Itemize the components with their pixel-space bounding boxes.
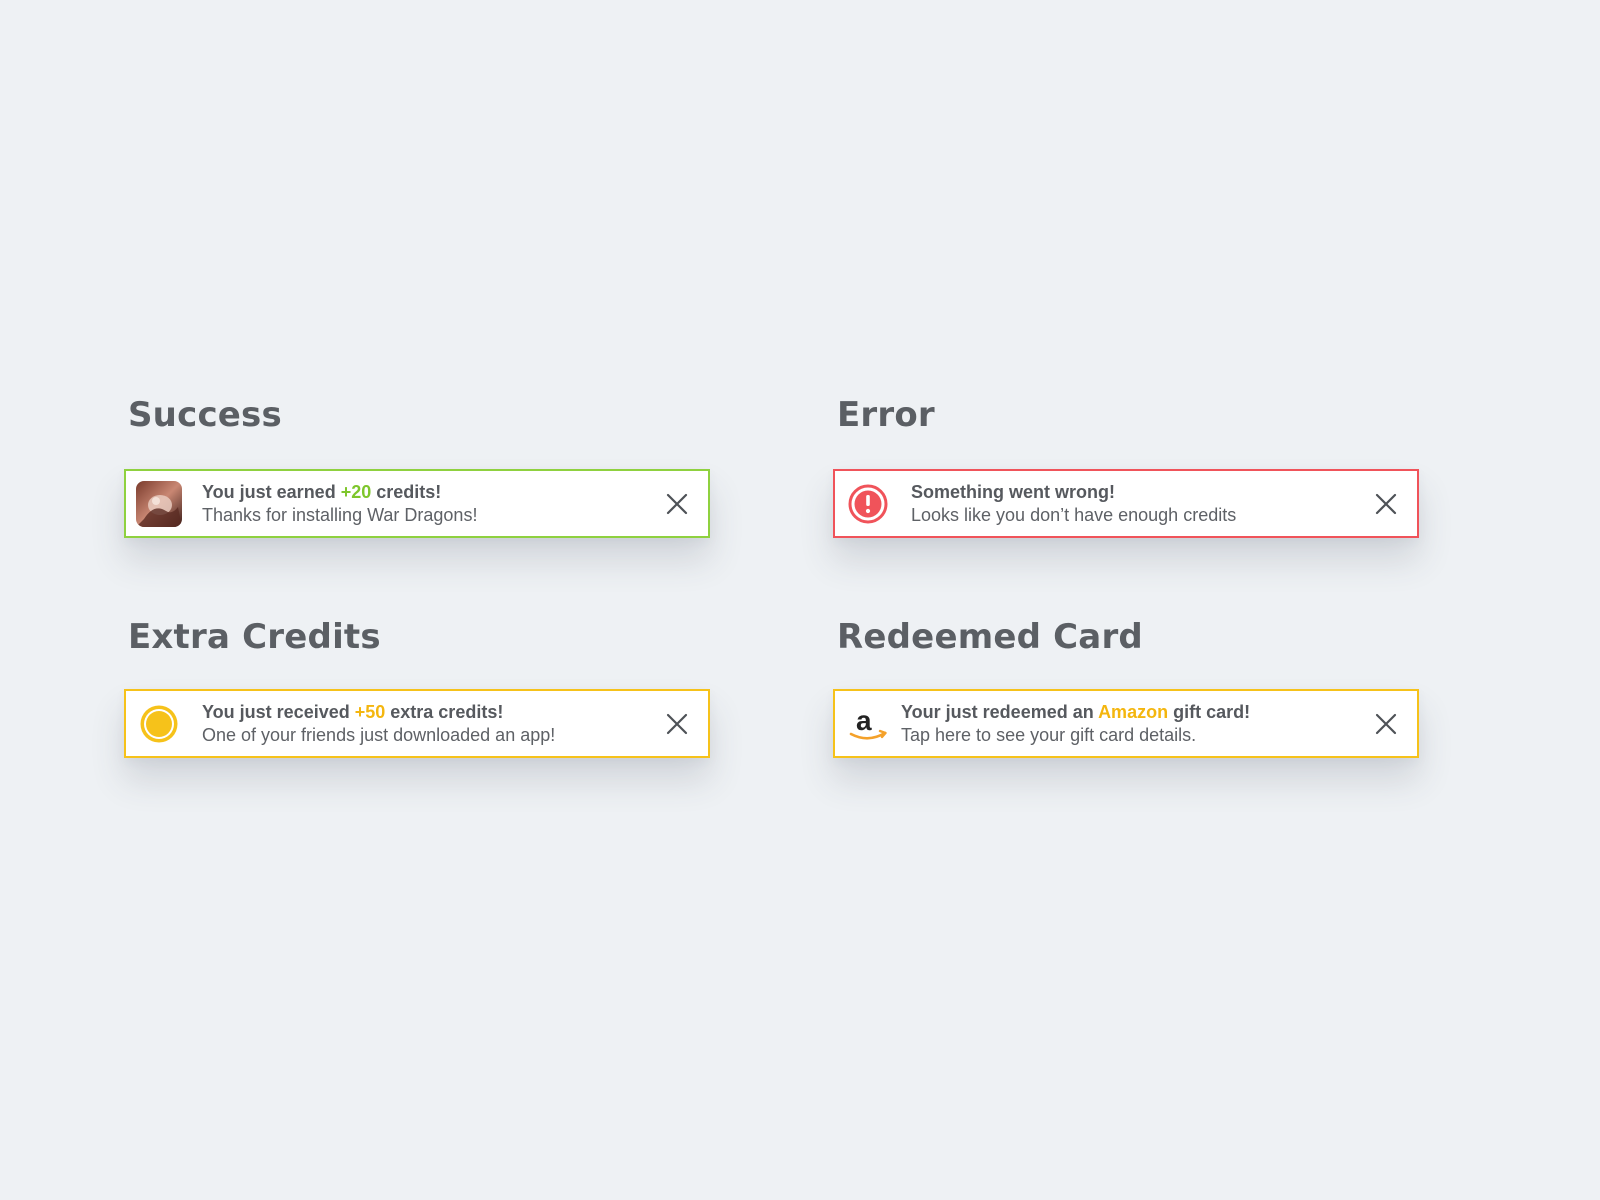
close-button[interactable] — [664, 491, 690, 517]
toast-message: Tap here to see your gift card details. — [901, 724, 1197, 745]
redeemed-card-toast[interactable]: a Your just redeemed an Amazon gift card… — [833, 689, 1419, 758]
toast-heading: You just earned +20 credits! — [202, 481, 664, 504]
error-toast[interactable]: Something went wrong! Looks like you don… — [833, 469, 1419, 538]
exclamation-circle-icon — [848, 484, 888, 523]
heading-suffix: gift card! — [1168, 701, 1251, 722]
close-icon — [1375, 713, 1397, 734]
coin-icon — [140, 705, 178, 742]
section-title-error: Error — [837, 395, 935, 435]
toast-text: Your just redeemed an Amazon gift card! … — [901, 701, 1373, 747]
heading-prefix: Your just redeemed an — [901, 701, 1099, 722]
section-title-success: Success — [128, 395, 282, 435]
heading-suffix: credits! — [371, 481, 442, 502]
svg-text:a: a — [856, 705, 872, 736]
brand-name: Amazon — [1098, 701, 1169, 722]
section-title-redeemed-card: Redeemed Card — [837, 617, 1143, 657]
toast-text: Something went wrong! Looks like you don… — [911, 481, 1373, 527]
toast-heading: You just received +50 extra credits! — [202, 701, 664, 724]
close-button[interactable] — [1373, 711, 1399, 737]
close-icon — [666, 713, 688, 734]
app-thumbnail-icon — [136, 480, 182, 527]
heading-prefix: You just received — [202, 701, 355, 722]
toast-message: One of your friends just downloaded an a… — [202, 724, 556, 745]
error-icon-slot — [845, 481, 891, 527]
success-toast[interactable]: You just earned +20 credits! Thanks for … — [124, 469, 710, 538]
extra-credits-toast[interactable]: You just received +50 extra credits! One… — [124, 689, 710, 758]
coin-icon-slot — [136, 701, 182, 747]
close-button[interactable] — [1373, 491, 1399, 517]
section-title-extra-credits: Extra Credits — [128, 617, 381, 657]
toast-text: You just earned +20 credits! Thanks for … — [202, 481, 664, 527]
credits-amount: +20 — [340, 481, 372, 502]
toast-message: Thanks for installing War Dragons! — [202, 504, 478, 525]
toast-heading: Something went wrong! — [911, 481, 1115, 502]
close-icon — [1375, 493, 1397, 514]
toast-heading: Your just redeemed an Amazon gift card! — [901, 701, 1373, 724]
toast-text: You just received +50 extra credits! One… — [202, 701, 664, 747]
heading-suffix: extra credits! — [385, 701, 504, 722]
close-button[interactable] — [664, 711, 690, 737]
heading-prefix: You just earned — [202, 481, 341, 502]
amazon-icon-slot: a — [845, 701, 891, 747]
close-icon — [666, 493, 688, 514]
credits-amount: +50 — [354, 701, 386, 722]
amazon-logo-icon: a — [849, 705, 887, 740]
app-icon-slot — [136, 480, 182, 527]
toast-message: Looks like you don’t have enough credits — [911, 504, 1237, 525]
